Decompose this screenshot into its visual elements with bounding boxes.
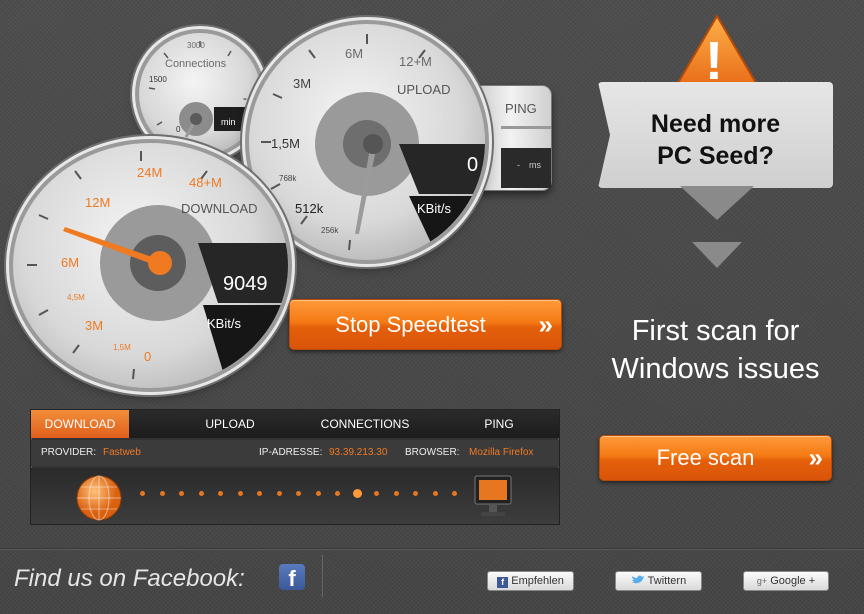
upload-tick-6m: 6M: [345, 46, 364, 61]
download-tick-48m: 48+M: [189, 175, 222, 190]
footer-divider: [0, 548, 864, 549]
download-tick-4-5m: 4,5M: [67, 293, 85, 302]
progress-dot: [452, 491, 457, 496]
twitter-label: Twittern: [647, 575, 687, 587]
upload-unit: KBit/s: [417, 201, 451, 216]
progress-dot: [315, 491, 321, 496]
progress-dot: [218, 491, 223, 496]
provider-value: Fastweb: [103, 447, 141, 458]
tab-bar: DOWNLOAD UPLOAD CONNECTIONS PING: [31, 410, 559, 438]
tab-ping[interactable]: PING: [471, 410, 527, 438]
footer-separator: [322, 555, 323, 597]
ping-unit: ms: [529, 160, 541, 170]
facebook-text: Find us on Facebook:: [14, 565, 245, 592]
download-tick-6m: 6M: [61, 255, 80, 270]
download-gauge: 24M 48+M 12M DOWNLOAD 6M 4,5M 3M 1,5M 0 …: [13, 143, 288, 388]
progress-dot: [159, 491, 165, 496]
upload-title: UPLOAD: [397, 82, 451, 97]
facebook-like-label: Empfehlen: [511, 575, 564, 587]
info-panel: DOWNLOAD UPLOAD CONNECTIONS PING PROVIDE…: [30, 409, 560, 525]
progress-dot: [432, 491, 438, 496]
progress-dot: [257, 491, 262, 496]
connections-unit: min: [221, 117, 236, 127]
free-scan-label: Free scan: [656, 445, 755, 470]
ad-subline-1: First scan for: [631, 315, 800, 347]
google-plus-button[interactable]: g+ Google +: [743, 571, 829, 591]
progress-dot: [393, 491, 399, 496]
connections-tick-1500: 1500: [149, 75, 167, 84]
download-tick-24m: 24M: [137, 165, 163, 180]
upload-tick-512k: 512k: [295, 201, 324, 216]
ping-readout: -: [517, 160, 520, 170]
download-tick-3m: 3M: [85, 318, 104, 333]
progress-dot: [179, 491, 184, 496]
browser-label: BROWSER:: [405, 447, 460, 458]
download-readout: 9049: [223, 273, 268, 295]
connections-tick-3000: 3000: [187, 41, 205, 50]
connection-track: [31, 468, 559, 524]
progress-dot: [413, 491, 418, 496]
facebook-small-icon: f: [497, 577, 509, 588]
download-tick-1-5m: 1,5M: [113, 343, 131, 352]
progress-dot: [296, 491, 301, 496]
computer-monitor-icon: [474, 475, 512, 516]
ad-subline: First scan for Windows issues: [598, 312, 833, 388]
progress-dot: [276, 491, 282, 496]
browser-value: Mozilla Firefox: [469, 447, 534, 458]
ad-headline-line2: PC Seed?: [657, 142, 774, 170]
ping-divider: [501, 126, 551, 129]
ip-value: 93.39.213.30: [329, 447, 388, 458]
progress-dot: [335, 491, 340, 496]
connections-gauge-title: Connections: [165, 58, 227, 70]
stop-speedtest-label: Stop Speedtest: [335, 311, 486, 337]
ping-title: PING: [505, 101, 537, 116]
download-unit: KBit/s: [207, 316, 241, 331]
connections-tick-0: 0: [176, 125, 181, 134]
progress-dot: [198, 491, 204, 496]
connections-readout: -: [243, 91, 247, 105]
progress-dot: [140, 491, 145, 496]
ping-readout-box: - ms: [501, 148, 551, 188]
ip-label: IP-ADRESSE:: [259, 447, 323, 458]
info-row: PROVIDER: Fastweb IP-ADRESSE: 93.39.213.…: [31, 440, 559, 466]
facebook-like-button[interactable]: f Empfehlen: [487, 571, 574, 591]
upload-tick-256k: 256k: [321, 226, 339, 235]
ad-headline-box: Need more PC Seed?: [598, 82, 833, 188]
globe-icon: [76, 475, 122, 521]
upload-readout: 0: [467, 154, 479, 176]
ad-subline-2: Windows issues: [611, 353, 820, 385]
tab-download[interactable]: DOWNLOAD: [31, 410, 129, 438]
download-title: DOWNLOAD: [181, 201, 258, 216]
ad-headline-line1: Need more: [650, 110, 781, 138]
connections-gauge: 3000 Connections 1500 0 min -: [139, 33, 261, 155]
provider-label: PROVIDER:: [41, 447, 97, 458]
tab-upload[interactable]: UPLOAD: [191, 410, 269, 438]
google-plus-label: Google +: [770, 575, 816, 587]
progress-dot: [374, 491, 379, 496]
upload-tick-12m: 12+M: [399, 54, 432, 69]
facebook-icon[interactable]: f: [279, 564, 305, 591]
free-scan-button[interactable]: Free scan »: [599, 435, 832, 481]
stop-speedtest-button[interactable]: Stop Speedtest »: [289, 299, 562, 350]
twitter-bird-icon: [631, 575, 644, 584]
twitter-button[interactable]: Twittern: [615, 571, 702, 591]
upload-tick-3m: 3M: [293, 76, 312, 91]
double-chevron-icon: »: [808, 442, 824, 473]
download-tick-12m: 12M: [85, 195, 111, 210]
google-plus-icon: g+: [756, 576, 768, 586]
download-tick-0: 0: [144, 349, 152, 364]
arrow-down-icon: [680, 186, 754, 268]
tab-connections[interactable]: CONNECTIONS: [311, 410, 419, 438]
progress-dot: [352, 489, 362, 498]
double-chevron-icon: »: [538, 309, 554, 339]
progress-dot: [237, 491, 243, 496]
